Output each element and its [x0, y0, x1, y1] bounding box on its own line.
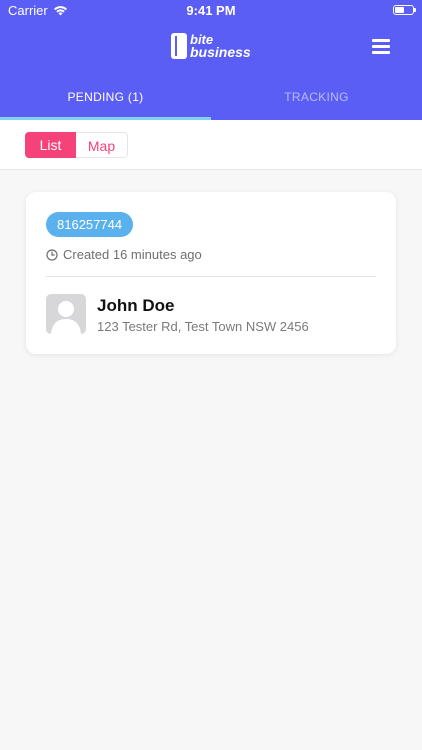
app-logo: bite business: [171, 32, 251, 60]
order-card[interactable]: 816257744 Created 16 minutes ago John Do…: [26, 192, 396, 354]
tab-tracking-label: TRACKING: [284, 90, 349, 104]
map-view-button[interactable]: Map: [76, 132, 128, 158]
created-text: Created 16 minutes ago: [63, 247, 202, 262]
app-header: Carrier 9:41 PM bite business PENDING (1…: [0, 0, 422, 120]
customer-name: John Doe: [97, 296, 175, 315]
tab-pending-label: PENDING (1): [67, 90, 144, 104]
customer-address: 123 Tester Rd, Test Town NSW 2456: [97, 319, 309, 334]
logo-mark-icon: [171, 33, 187, 59]
clock-icon: [46, 248, 58, 261]
order-id-badge: 816257744: [46, 212, 134, 237]
tab-bar: PENDING (1) TRACKING: [0, 78, 422, 120]
view-toolbar: List Map: [0, 120, 422, 170]
list-view-button[interactable]: List: [25, 132, 76, 158]
battery-icon: [393, 5, 416, 15]
list-map-toggle: List Map: [25, 132, 128, 158]
tab-pending[interactable]: PENDING (1): [0, 78, 211, 120]
order-created-time: Created 16 minutes ago: [46, 247, 202, 262]
card-divider: [46, 276, 376, 277]
clock-time: 9:41 PM: [186, 3, 236, 18]
logo-text: bite business: [190, 33, 251, 60]
hamburger-menu-icon[interactable]: [372, 39, 390, 55]
avatar-placeholder-icon: [46, 294, 86, 334]
tab-tracking[interactable]: TRACKING: [211, 78, 422, 120]
status-bar: Carrier 9:41 PM: [0, 0, 422, 22]
logo-text-line2: business: [190, 44, 251, 60]
